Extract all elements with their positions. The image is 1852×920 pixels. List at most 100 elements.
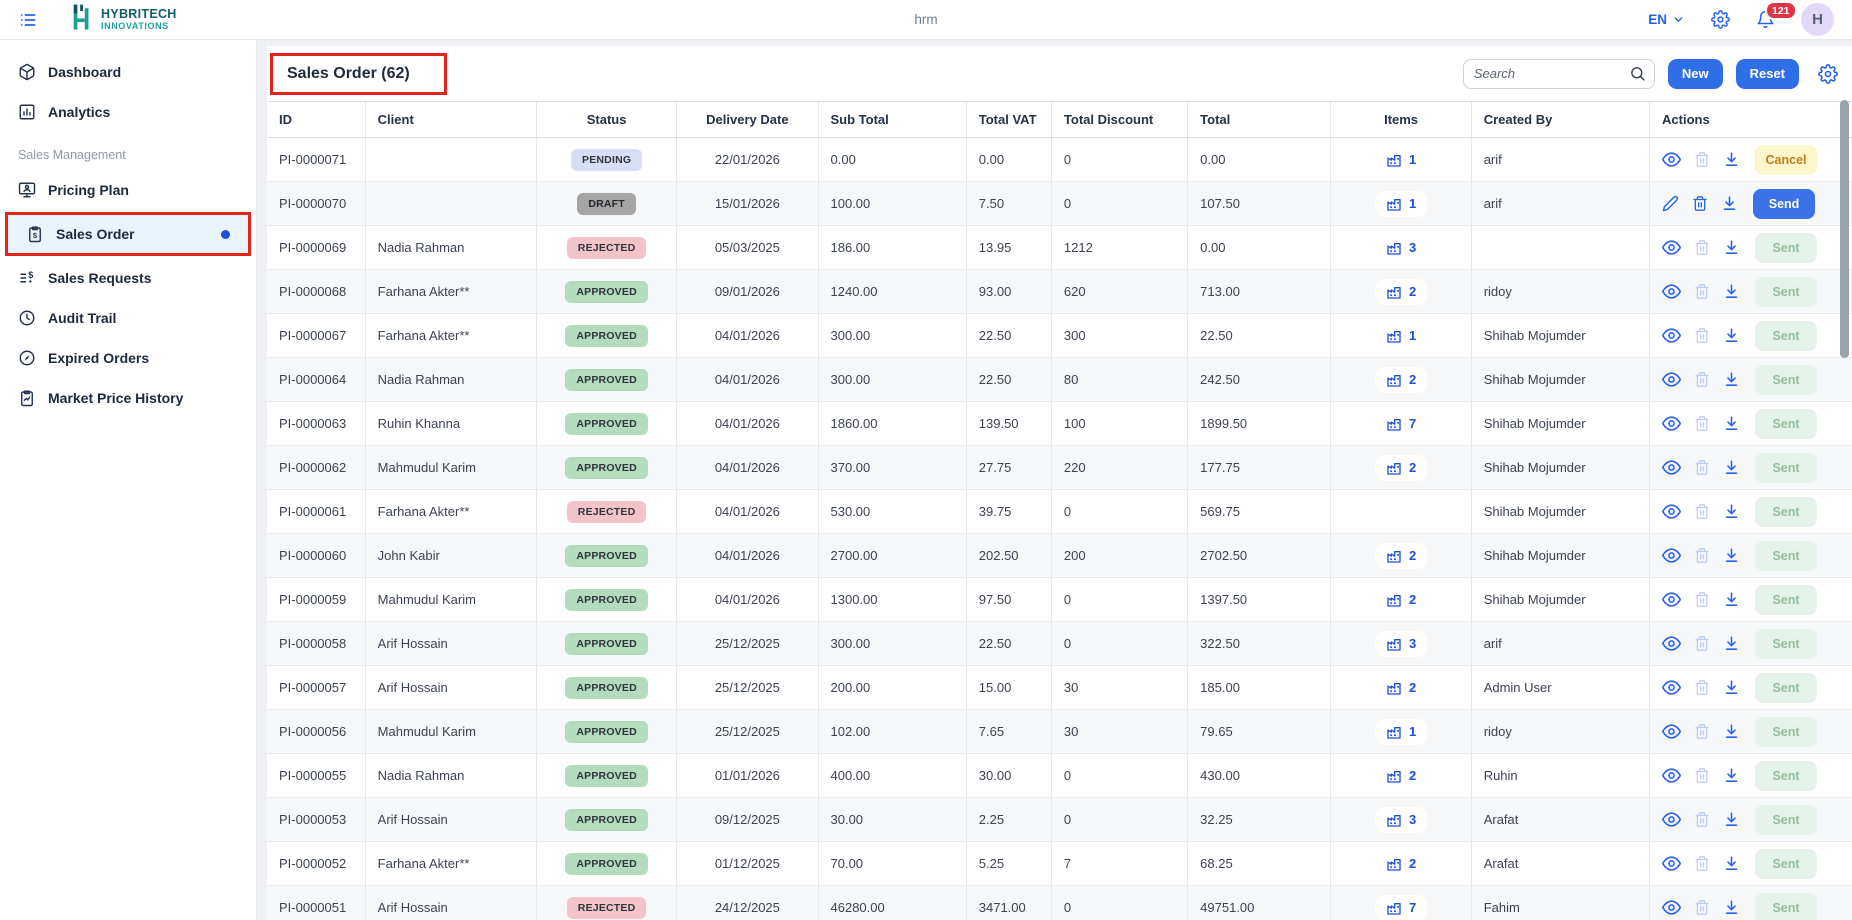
view-eye-icon[interactable] [1662, 678, 1681, 697]
row-action-button[interactable]: Sent [1755, 629, 1817, 659]
row-action-button[interactable]: Sent [1755, 409, 1817, 439]
view-eye-icon[interactable] [1662, 238, 1681, 257]
row-action-button[interactable]: Sent [1755, 277, 1817, 307]
view-eye-icon[interactable] [1662, 326, 1681, 345]
download-icon[interactable] [1723, 151, 1740, 168]
sidebar-item-expired-orders[interactable]: Expired Orders [0, 338, 256, 378]
items-button[interactable]: 3 [1375, 235, 1427, 261]
items-button[interactable]: 2 [1375, 543, 1427, 569]
row-action-button[interactable]: Sent [1755, 233, 1817, 263]
brand-logo[interactable]: HYBRITECH INNOVATIONS [70, 4, 177, 36]
items-button[interactable]: 1 [1375, 323, 1427, 349]
delete-trash-icon[interactable] [1694, 283, 1710, 300]
vertical-scrollbar[interactable] [1840, 100, 1849, 358]
items-button[interactable]: 3 [1375, 807, 1427, 833]
view-eye-icon[interactable] [1662, 546, 1681, 565]
download-icon[interactable] [1723, 591, 1740, 608]
items-button[interactable]: 1 [1375, 147, 1427, 173]
download-icon[interactable] [1723, 855, 1740, 872]
items-button[interactable]: 2 [1375, 367, 1427, 393]
delete-trash-icon[interactable] [1694, 503, 1710, 520]
delete-trash-icon[interactable] [1694, 371, 1710, 388]
download-icon[interactable] [1723, 459, 1740, 476]
row-action-button[interactable]: Cancel [1755, 145, 1817, 175]
delete-trash-icon[interactable] [1694, 151, 1710, 168]
gear-icon[interactable] [1711, 10, 1730, 29]
row-action-button[interactable]: Sent [1755, 717, 1817, 747]
new-button[interactable]: New [1668, 59, 1723, 89]
row-action-button[interactable]: Sent [1755, 893, 1817, 920]
search-input[interactable] [1463, 59, 1655, 89]
items-button[interactable]: 7 [1375, 895, 1427, 920]
delete-trash-icon[interactable] [1694, 327, 1710, 344]
row-action-button[interactable]: Sent [1755, 673, 1817, 703]
download-icon[interactable] [1723, 547, 1740, 564]
sidebar-item-sales-requests[interactable]: $ Sales Requests [0, 258, 256, 298]
table-settings-gear-icon[interactable] [1818, 64, 1838, 84]
items-button[interactable]: 7 [1375, 411, 1427, 437]
download-icon[interactable] [1723, 327, 1740, 344]
items-button[interactable]: 2 [1375, 455, 1427, 481]
view-eye-icon[interactable] [1662, 590, 1681, 609]
view-eye-icon[interactable] [1662, 414, 1681, 433]
view-eye-icon[interactable] [1662, 458, 1681, 477]
delete-trash-icon[interactable] [1694, 459, 1710, 476]
reset-button[interactable]: Reset [1736, 59, 1799, 89]
language-selector[interactable]: EN [1648, 12, 1685, 27]
download-icon[interactable] [1723, 415, 1740, 432]
items-button[interactable]: 1 [1375, 191, 1427, 217]
download-icon[interactable] [1723, 239, 1740, 256]
sidebar-item-sales-order[interactable]: $ Sales Order [8, 215, 248, 253]
view-eye-icon[interactable] [1662, 282, 1681, 301]
row-action-button[interactable]: Sent [1755, 761, 1817, 791]
row-action-button[interactable]: Sent [1755, 585, 1817, 615]
row-action-button[interactable]: Sent [1755, 805, 1817, 835]
view-eye-icon[interactable] [1662, 722, 1681, 741]
download-icon[interactable] [1723, 371, 1740, 388]
delete-trash-icon[interactable] [1694, 767, 1710, 784]
row-action-button[interactable]: Sent [1755, 453, 1817, 483]
delete-trash-icon[interactable] [1694, 811, 1710, 828]
sidebar-item-pricing-plan[interactable]: Pricing Plan [0, 170, 256, 210]
items-button[interactable]: 2 [1375, 279, 1427, 305]
items-button[interactable]: 1 [1375, 719, 1427, 745]
delete-trash-icon[interactable] [1694, 591, 1710, 608]
view-eye-icon[interactable] [1662, 810, 1681, 829]
download-icon[interactable] [1721, 195, 1738, 212]
delete-trash-icon[interactable] [1694, 723, 1710, 740]
items-button[interactable]: 3 [1375, 631, 1427, 657]
row-action-button[interactable]: Sent [1755, 365, 1817, 395]
sidebar-item-market-price-history[interactable]: Market Price History [0, 378, 256, 418]
download-icon[interactable] [1723, 811, 1740, 828]
view-eye-icon[interactable] [1662, 634, 1681, 653]
view-eye-icon[interactable] [1662, 150, 1681, 169]
delete-trash-icon[interactable] [1694, 635, 1710, 652]
view-eye-icon[interactable] [1662, 898, 1681, 917]
items-button[interactable]: 2 [1375, 763, 1427, 789]
delete-trash-icon[interactable] [1694, 855, 1710, 872]
items-button[interactable]: 2 [1375, 675, 1427, 701]
delete-trash-icon[interactable] [1694, 899, 1710, 916]
delete-trash-icon[interactable] [1694, 239, 1710, 256]
delete-trash-icon[interactable] [1694, 547, 1710, 564]
items-button[interactable]: 2 [1375, 587, 1427, 613]
download-icon[interactable] [1723, 635, 1740, 652]
items-button[interactable]: 2 [1375, 851, 1427, 877]
view-eye-icon[interactable] [1662, 502, 1681, 521]
row-action-button[interactable]: Sent [1755, 321, 1817, 351]
bell-icon[interactable]: 121 [1756, 10, 1775, 29]
download-icon[interactable] [1723, 899, 1740, 916]
download-icon[interactable] [1723, 767, 1740, 784]
edit-pencil-icon[interactable] [1662, 195, 1679, 212]
row-action-button[interactable]: Sent [1755, 497, 1817, 527]
row-action-button[interactable]: Sent [1755, 849, 1817, 879]
menu-list-icon[interactable] [18, 10, 38, 30]
row-action-button[interactable]: Send [1753, 189, 1815, 219]
download-icon[interactable] [1723, 679, 1740, 696]
download-icon[interactable] [1723, 723, 1740, 740]
sidebar-item-dashboard[interactable]: Dashboard [0, 52, 256, 92]
delete-trash-icon[interactable] [1694, 679, 1710, 696]
delete-trash-icon[interactable] [1694, 415, 1710, 432]
view-eye-icon[interactable] [1662, 370, 1681, 389]
view-eye-icon[interactable] [1662, 854, 1681, 873]
